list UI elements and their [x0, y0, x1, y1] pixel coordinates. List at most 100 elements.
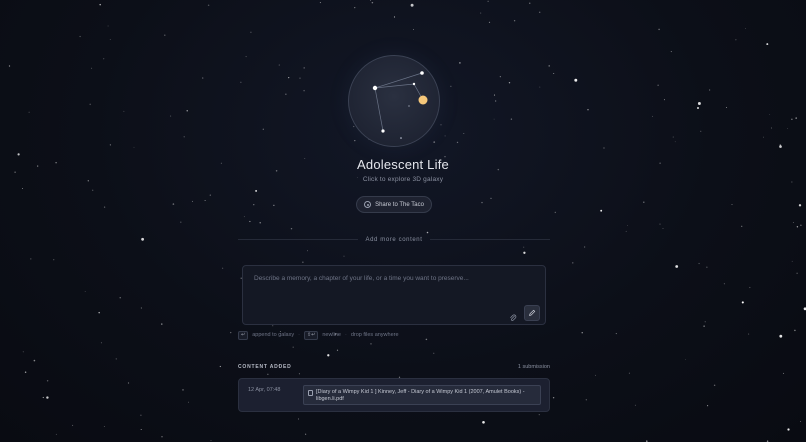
star [140, 307, 142, 309]
star [670, 51, 672, 53]
star [288, 77, 290, 79]
star [510, 118, 513, 120]
star [574, 78, 578, 82]
star [627, 225, 629, 226]
memory-composer [242, 265, 546, 325]
star [709, 89, 711, 91]
star [89, 103, 91, 106]
star [731, 203, 733, 205]
star [298, 373, 300, 375]
star [292, 346, 294, 348]
star [285, 93, 287, 95]
hint-separator: · [345, 332, 347, 338]
star [303, 67, 305, 69]
star [253, 204, 255, 206]
entry-date: 12 Apr, 07:48 [248, 387, 281, 393]
newline-hint: newline [322, 332, 341, 338]
star [675, 265, 679, 268]
star [161, 436, 163, 438]
star [581, 332, 583, 334]
star [634, 404, 636, 406]
star [164, 34, 166, 36]
star [262, 128, 264, 130]
star [204, 199, 206, 202]
enter-key-icon: ↵ [238, 330, 249, 340]
star [657, 84, 659, 86]
star [319, 2, 321, 4]
star [659, 223, 661, 225]
star [700, 130, 702, 132]
star [98, 311, 100, 314]
star [628, 372, 630, 374]
star [513, 20, 516, 22]
star [182, 389, 184, 391]
star [100, 342, 102, 344]
star [92, 189, 94, 191]
star [170, 115, 172, 117]
star [662, 228, 664, 229]
paperclip-icon[interactable] [509, 309, 517, 321]
star [787, 128, 789, 129]
star [553, 72, 555, 75]
star [336, 349, 339, 351]
star [487, 0, 489, 2]
add-content-label: Add more content [365, 236, 423, 243]
star [585, 399, 587, 401]
star [305, 433, 307, 435]
star [792, 222, 794, 223]
star [672, 136, 674, 138]
star [127, 382, 130, 384]
star [523, 251, 526, 254]
star [109, 38, 111, 41]
star [299, 77, 301, 79]
star [769, 114, 771, 115]
star [600, 209, 603, 212]
star [259, 222, 261, 224]
star [625, 230, 627, 232]
star [302, 261, 304, 263]
star [393, 16, 396, 18]
submission-count: 1 submission [517, 364, 550, 370]
galaxy-preview-orb[interactable] [348, 55, 440, 147]
star [482, 420, 485, 424]
star [480, 12, 482, 14]
star [787, 428, 790, 431]
star [371, 1, 374, 4]
galaxy-title: Adolescent Life [357, 157, 449, 172]
star [704, 321, 706, 323]
memory-input[interactable] [243, 266, 545, 324]
star [779, 145, 782, 148]
star [107, 25, 109, 27]
star [450, 85, 452, 87]
content-entry: 12 Apr, 07:48 [Diary of a Wimpy Kid 1 ] … [238, 378, 550, 412]
star [207, 4, 210, 6]
star [141, 237, 145, 241]
star [425, 338, 428, 341]
pencil-icon [529, 309, 536, 316]
star [221, 267, 224, 269]
file-icon [308, 390, 313, 396]
star [327, 354, 330, 357]
star [140, 428, 142, 431]
share-button[interactable]: Share to The Taco [356, 196, 432, 213]
star [735, 39, 737, 41]
attached-file-chip[interactable]: [Diary of a Wimpy Kid 1 ] Kinney, Jeff -… [303, 385, 541, 405]
star [307, 250, 308, 252]
star [713, 384, 716, 387]
explore-hint[interactable]: Click to explore 3D galaxy [0, 176, 806, 183]
star [707, 405, 709, 407]
star [499, 76, 501, 78]
share-icon [364, 201, 372, 208]
star [272, 325, 274, 327]
drop-files-hint: drop files anywhere [350, 332, 399, 338]
star [493, 94, 496, 96]
star [46, 396, 49, 399]
submit-button[interactable] [524, 305, 540, 321]
star [161, 323, 163, 325]
star [749, 286, 751, 289]
star [696, 106, 700, 110]
star [410, 3, 414, 7]
star [538, 11, 541, 14]
star [444, 135, 446, 137]
star [33, 359, 36, 362]
